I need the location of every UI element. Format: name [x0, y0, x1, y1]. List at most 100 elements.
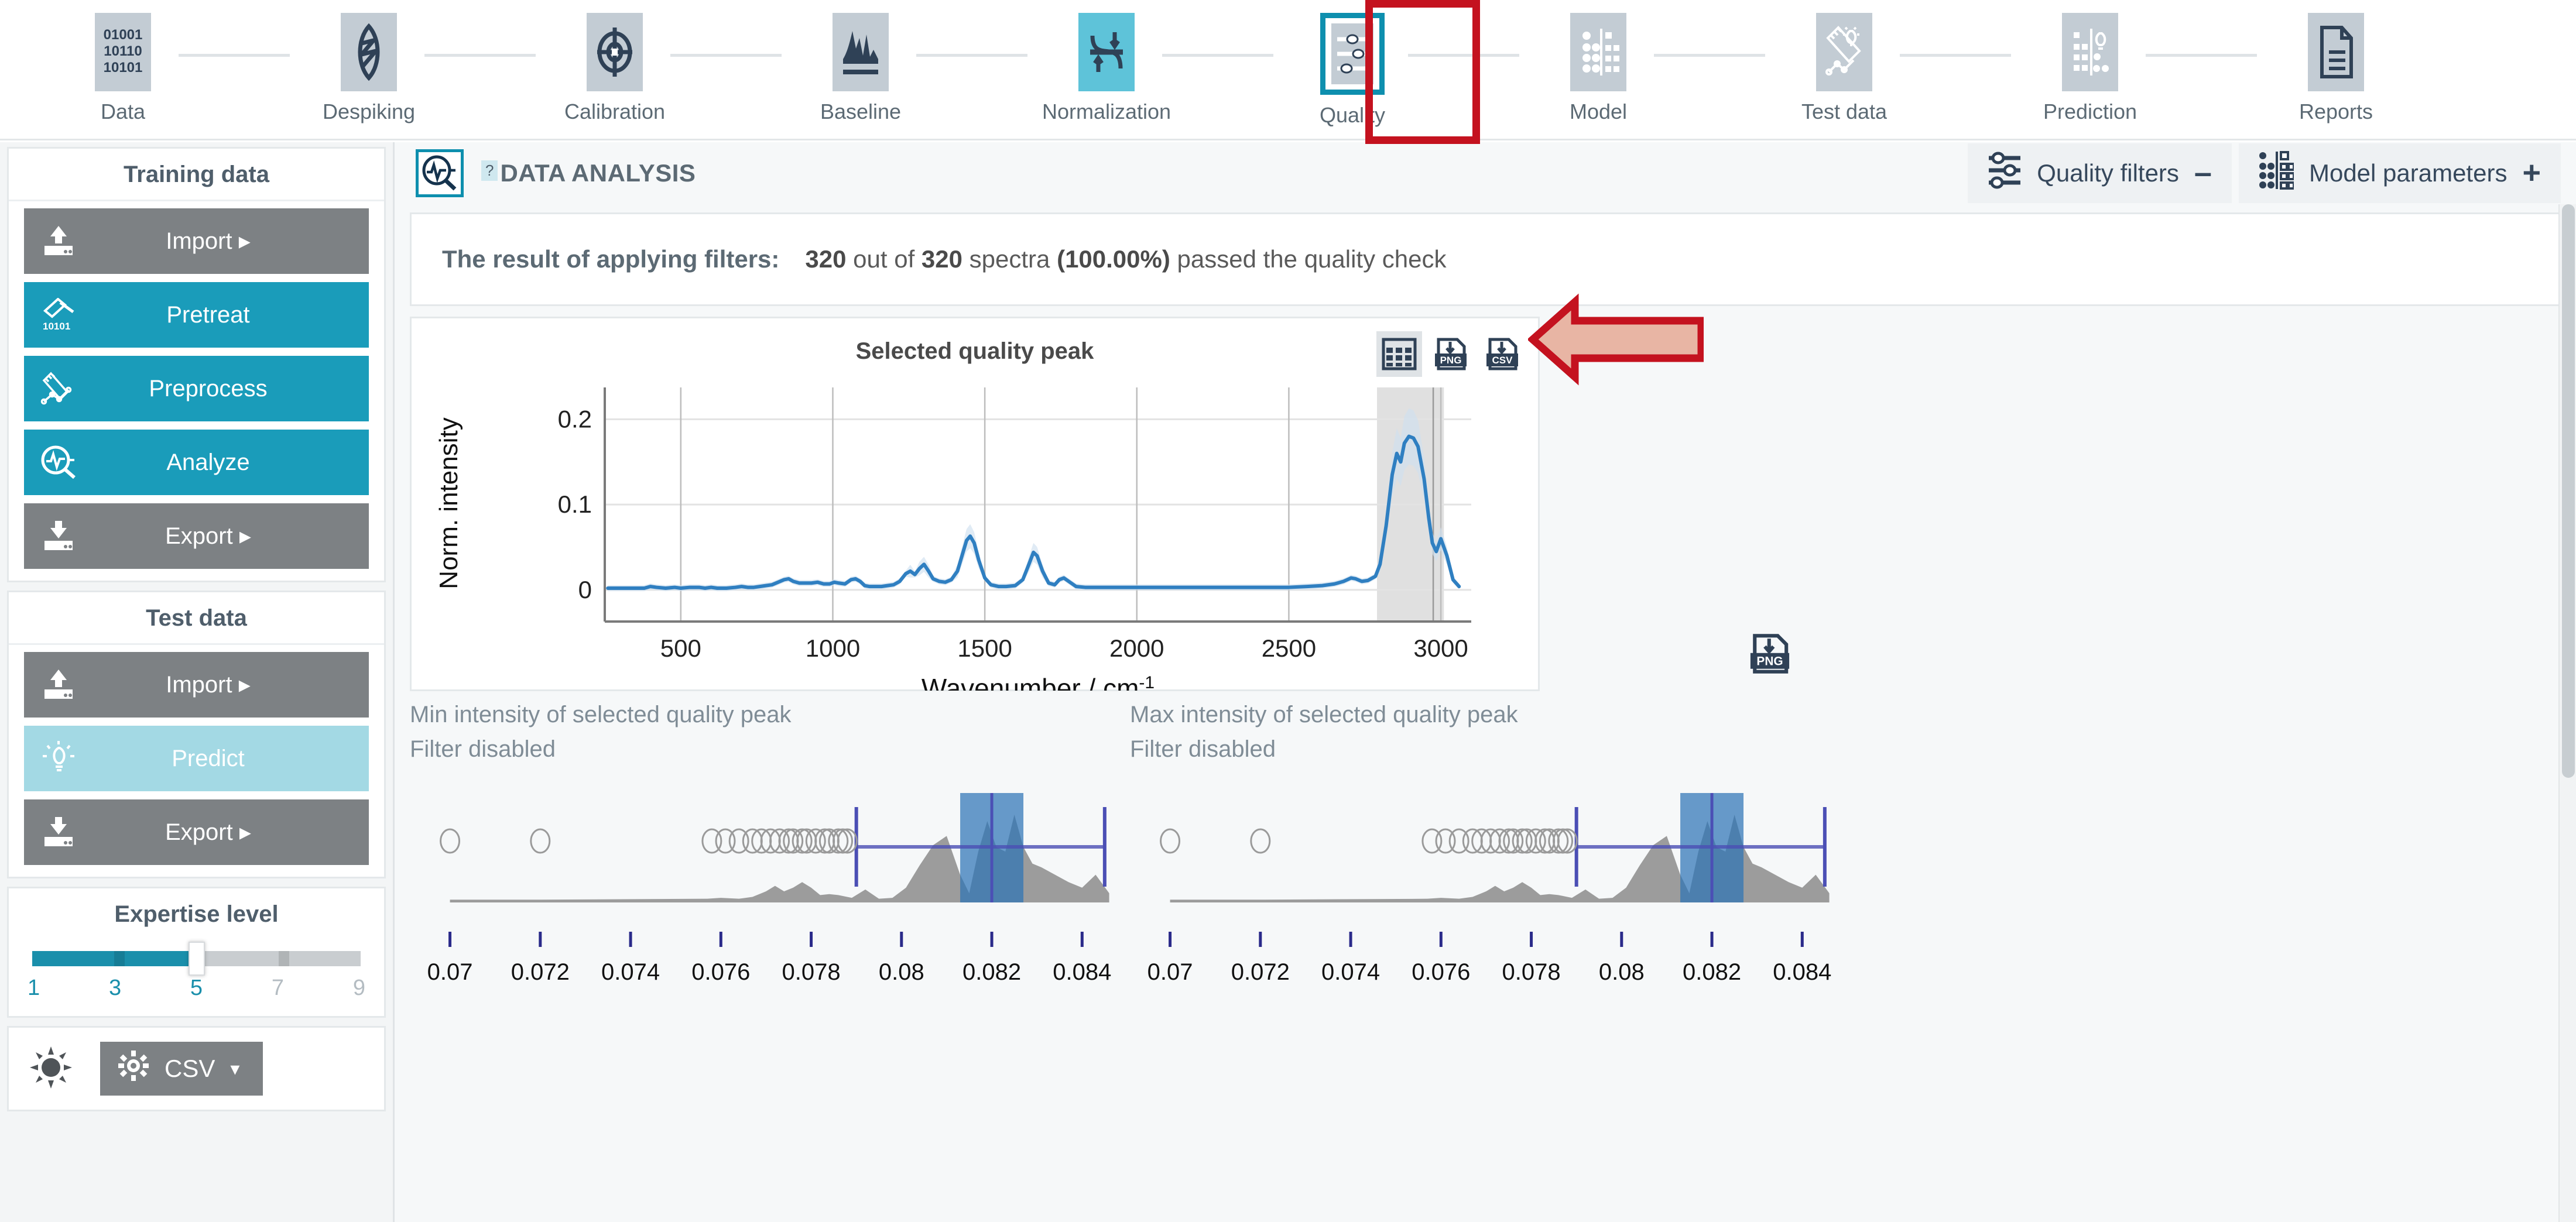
svg-text:0.072: 0.072: [1231, 959, 1290, 985]
export-format-button[interactable]: CSV ▾: [100, 1042, 263, 1096]
quality-result-banner: The result of applying filters: 320 out …: [410, 212, 2562, 306]
scrollbar-thumb[interactable]: [2562, 204, 2575, 778]
spectrum-plot[interactable]: 0 0.1 0.2 500 1000 1500 2000 2500 3000 Norm. inte…: [412, 375, 1538, 703]
sidebar-item-training-pretreat[interactable]: 10101 Pretreat: [24, 282, 369, 348]
svg-text:0.078: 0.078: [1502, 959, 1561, 985]
svg-text:10101: 10101: [104, 60, 143, 75]
download-png-icon[interactable]: PNG: [1428, 331, 1474, 377]
min-intensity-title: Min intensity of selected quality peak: [410, 702, 792, 727]
min-intensity-panel: Min intensity of selected quality peak F…: [410, 702, 1130, 996]
result-callout-arrow: [1527, 293, 1705, 386]
slider-tick-3: [114, 951, 125, 966]
svg-text:0.074: 0.074: [1321, 959, 1380, 985]
svg-text:0.076: 0.076: [1412, 959, 1470, 985]
result-suffix: passed the quality check: [1177, 245, 1447, 273]
svg-text:0.08: 0.08: [879, 959, 924, 985]
slider-label-9: 9: [352, 976, 365, 1000]
content-header: ? DATA ANALYSIS Quality filters – Model …: [395, 142, 2576, 204]
model-parameters-button[interactable]: Model parameters +: [2238, 143, 2561, 203]
svg-text:PNG: PNG: [1756, 655, 1783, 668]
svg-text:0.08: 0.08: [1599, 959, 1645, 985]
svg-text:1000: 1000: [806, 634, 860, 662]
sidebar-footer-panel: CSV ▾: [7, 1026, 386, 1111]
quality-sliders-icon: [1320, 13, 1385, 95]
result-passed-count: 320: [805, 245, 847, 273]
workflow-step-prediction[interactable]: Prediction: [1967, 0, 2257, 124]
download-csv-icon[interactable]: CSV: [1479, 331, 1525, 377]
analyze-magnifier-icon: [416, 149, 464, 197]
workflow-step-despiking[interactable]: Despiking: [246, 0, 536, 124]
result-percent: (100.00%): [1057, 245, 1170, 273]
workflow-step-label: Normalization: [1042, 99, 1171, 123]
sidebar: Training data Import ▸ 10101 Pretreat Pr…: [0, 142, 395, 1222]
baseline-spectrum-icon: [833, 13, 889, 91]
svg-text:10110: 10110: [104, 43, 142, 59]
preprocess-ruler-icon: [39, 369, 78, 408]
min-intensity-distribution-plot[interactable]: 0.07 0.072 0.074 0.076 0.078 0.08 0.082 0.084: [410, 782, 1130, 993]
prediction-icon: [2062, 13, 2118, 91]
workflow-step-label: Prediction: [2043, 99, 2137, 123]
svg-text:0.074: 0.074: [601, 959, 660, 985]
svg-text:01001: 01001: [104, 27, 143, 43]
chevron-down-icon: ▾: [230, 1058, 240, 1079]
svg-text:PNG: PNG: [1440, 355, 1462, 366]
pretreat-hammer-icon: 10101: [39, 296, 78, 334]
content-scroll-area: The result of applying filters: 320 out …: [395, 204, 2576, 1222]
sidebar-item-test-import[interactable]: Import ▸: [24, 652, 369, 718]
svg-text:10101: 10101: [43, 321, 70, 332]
workflow-step-quality[interactable]: Quality: [1229, 0, 1519, 128]
svg-text:500: 500: [660, 634, 701, 662]
test-data-icon: [1816, 13, 1872, 91]
workflow-step-normalization[interactable]: Normalization: [984, 0, 1273, 124]
sidebar-item-test-predict[interactable]: Predict: [24, 726, 369, 791]
workflow-step-label: Test data: [1801, 99, 1888, 123]
workflow-step-label: Baseline: [820, 99, 902, 123]
main-content: ? DATA ANALYSIS Quality filters – Model …: [395, 142, 2576, 1222]
svg-text:0.07: 0.07: [427, 959, 473, 985]
sidebar-item-training-analyze[interactable]: Analyze: [24, 430, 369, 495]
sidebar-item-test-export[interactable]: Export ▸: [24, 799, 369, 865]
analyze-magnifier-icon: [39, 443, 78, 482]
brightness-sun-icon[interactable]: [29, 1045, 73, 1093]
chart-toolbar: PNG CSV: [1376, 331, 1525, 377]
workflow-step-model[interactable]: Model: [1475, 0, 1765, 124]
expertise-level-title: Expertise level: [114, 901, 279, 927]
svg-text:0.084: 0.084: [1773, 959, 1831, 985]
workflow-step-baseline[interactable]: Baseline: [738, 0, 1027, 124]
sidebar-item-training-export[interactable]: Export ▸: [24, 503, 369, 569]
result-spectra-word: spectra: [969, 245, 1050, 273]
max-intensity-distribution-plot[interactable]: 0.07 0.072 0.074 0.076 0.078 0.08 0.082 0.084: [1130, 782, 1850, 993]
workflow-step-test-data[interactable]: Test data: [1721, 0, 2011, 124]
svg-text:0.082: 0.082: [962, 959, 1021, 985]
sidebar-item-training-import[interactable]: Import ▸: [24, 208, 369, 274]
download-png-icon[interactable]: PNG: [1748, 631, 1792, 676]
svg-text:Wavenumber / cm-1: Wavenumber / cm-1: [922, 673, 1155, 691]
workflow-step-label: Data: [100, 99, 146, 123]
workflow-step-label: Despiking: [322, 99, 416, 123]
quality-filters-label: Quality filters: [2037, 159, 2179, 187]
despiking-icon: [341, 13, 397, 91]
workflow-step-data[interactable]: 01001 10110 10101 Data: [0, 0, 290, 124]
svg-text:0.07: 0.07: [1147, 959, 1193, 985]
sidebar-item-training-preprocess[interactable]: Preprocess: [24, 356, 369, 421]
max-intensity-panel: Max intensity of selected quality peak F…: [1130, 702, 1850, 996]
model-parameters-label: Model parameters: [2308, 159, 2508, 187]
workflow-step-label: Calibration: [564, 99, 666, 123]
quality-filters-button[interactable]: Quality filters –: [1968, 143, 2232, 203]
import-upload-icon: [39, 222, 78, 260]
workflow-step-calibration[interactable]: Calibration: [492, 0, 782, 124]
slider-handle[interactable]: [188, 942, 205, 976]
svg-text:Norm. intensity: Norm. intensity: [434, 417, 463, 589]
table-view-icon[interactable]: [1376, 331, 1422, 377]
test-data-title: Test data: [9, 592, 384, 645]
workflow-step-reports[interactable]: Reports: [2213, 0, 2459, 124]
svg-text:0: 0: [578, 576, 592, 603]
workflow-step-label: Quality: [1319, 103, 1386, 127]
vertical-scrollbar[interactable]: [2558, 204, 2576, 1222]
svg-text:0.084: 0.084: [1053, 959, 1111, 985]
svg-text:3000: 3000: [1413, 634, 1468, 662]
training-data-title: Training data: [9, 149, 384, 201]
help-badge[interactable]: ?: [481, 160, 498, 181]
expertise-level-slider[interactable]: [32, 942, 361, 976]
max-intensity-status: Filter disabled: [1130, 736, 1276, 762]
